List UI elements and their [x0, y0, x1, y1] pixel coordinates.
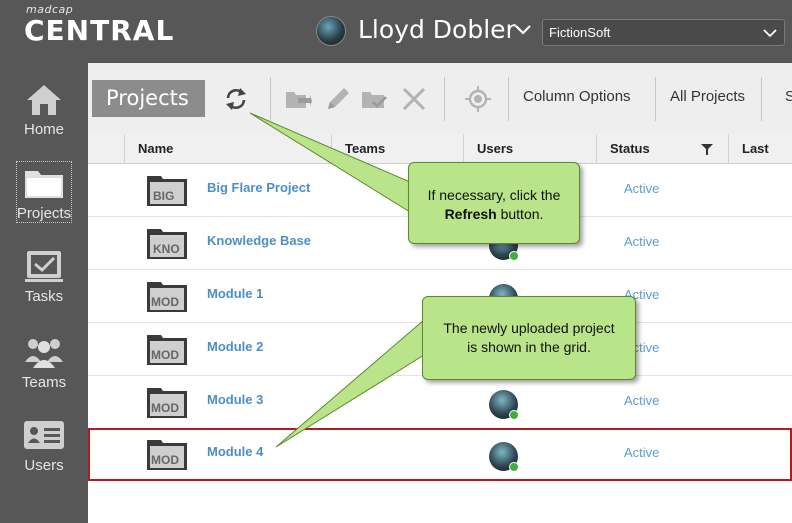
sidebar-item-label: Teams	[21, 374, 67, 391]
user-name[interactable]: Lloyd Dobler	[358, 15, 516, 44]
sidebar-item-label: Home	[23, 121, 64, 138]
refresh-icon[interactable]	[222, 85, 250, 113]
status-text: Active	[624, 393, 660, 408]
filter-icon[interactable]	[701, 144, 713, 155]
folder-check-icon[interactable]	[360, 85, 388, 113]
target-icon[interactable]	[464, 85, 492, 113]
callout-upload: The newly uploaded project is shown in t…	[422, 296, 636, 380]
column-options-button[interactable]: Column Options	[523, 88, 631, 105]
user-avatar[interactable]	[316, 16, 346, 46]
table-row[interactable]: MOD Module 3 Active	[88, 376, 792, 429]
column-header-last-build[interactable]: Last Buil	[728, 134, 792, 186]
home-icon	[27, 85, 61, 115]
team-icon	[25, 339, 63, 368]
status-text: Active	[624, 181, 660, 196]
upload-folder-icon[interactable]	[284, 85, 312, 113]
column-header-users[interactable]: Users	[463, 134, 596, 164]
sidebar-item-label: Users	[24, 457, 64, 474]
edit-pencil-icon[interactable]	[324, 85, 352, 113]
project-name-link[interactable]: Module 3	[207, 392, 263, 407]
sidebar-item-home[interactable]: Home	[0, 69, 88, 149]
top-bar: madcap CENTRAL Lloyd Dobler FictionSoft	[0, 0, 792, 63]
status-text: Active	[624, 445, 660, 460]
toolbar-divider	[655, 77, 656, 121]
online-status-dot	[509, 251, 519, 261]
column-header-label: Status	[610, 141, 650, 156]
callout-upload-text: The newly uploaded project is shown in t…	[443, 320, 615, 355]
project-name-link[interactable]: Module 4	[207, 444, 263, 459]
column-header-status[interactable]: Status	[596, 134, 728, 164]
page-title: Projects	[92, 80, 205, 117]
sidebar-item-label: Tasks	[24, 288, 64, 305]
org-select-value: FictionSoft	[549, 25, 611, 40]
project-name-link[interactable]: Knowledge Base	[207, 233, 311, 248]
sidebar-item-label: Projects	[16, 205, 72, 222]
all-projects-filter[interactable]: All Projects	[670, 88, 745, 105]
id-card-icon	[24, 421, 64, 449]
project-name-link[interactable]: Module 2	[207, 339, 263, 354]
sidebar-item-users[interactable]: Users	[0, 405, 88, 485]
table-row-selected[interactable]: MOD Module 4 Active	[88, 428, 792, 481]
project-tag: MOD	[151, 401, 179, 415]
toolbar-divider	[270, 77, 271, 121]
org-select[interactable]: FictionSoft	[542, 19, 785, 46]
column-header-label: Teams	[345, 141, 386, 156]
callout-refresh-bold: Refresh	[444, 206, 497, 222]
sidebar-item-tasks[interactable]: Tasks	[0, 236, 88, 316]
online-status-dot	[509, 410, 519, 420]
brand-logo: CENTRAL	[24, 14, 175, 47]
column-header-label: Users	[477, 141, 514, 156]
folder-icon	[25, 171, 63, 198]
project-name-link[interactable]: Module 1	[207, 286, 263, 301]
column-header-label: Name	[138, 141, 174, 156]
callout-refresh-text: If necessary, click the	[427, 187, 561, 203]
toolbar: Projects Column Options All Projects S	[88, 63, 792, 134]
online-status-dot	[509, 462, 519, 472]
project-tag: MOD	[151, 295, 179, 309]
project-name-link[interactable]: Big Flare Project	[207, 180, 310, 195]
sidebar-item-teams[interactable]: Teams	[0, 322, 88, 402]
sidebar-item-projects[interactable]: Projects	[0, 153, 88, 233]
delete-x-icon[interactable]	[400, 85, 428, 113]
toolbar-divider	[508, 77, 509, 121]
column-header-name[interactable]: Name	[124, 134, 331, 164]
chevron-down-icon[interactable]	[513, 22, 533, 38]
callout-refresh: If necessary, click the Refresh button.	[408, 162, 580, 244]
chevron-down-icon	[763, 29, 777, 38]
project-tag: BIG	[153, 189, 175, 203]
project-tag: KNO	[153, 242, 180, 256]
toolbar-divider	[761, 77, 762, 121]
toolbar-truncated-item[interactable]: S	[785, 88, 792, 105]
status-text: Active	[624, 234, 660, 249]
column-header-teams[interactable]: Teams	[331, 134, 463, 164]
grid-header: Name Teams Users Status Last Buil	[88, 134, 792, 186]
project-tag: MOD	[151, 453, 179, 467]
toolbar-divider	[444, 77, 445, 121]
sidebar: Home Projects Tasks Teams Users	[0, 63, 88, 523]
checkbox-icon	[25, 251, 63, 282]
project-tag: MOD	[151, 348, 179, 362]
callout-refresh-tail: button.	[500, 206, 544, 222]
